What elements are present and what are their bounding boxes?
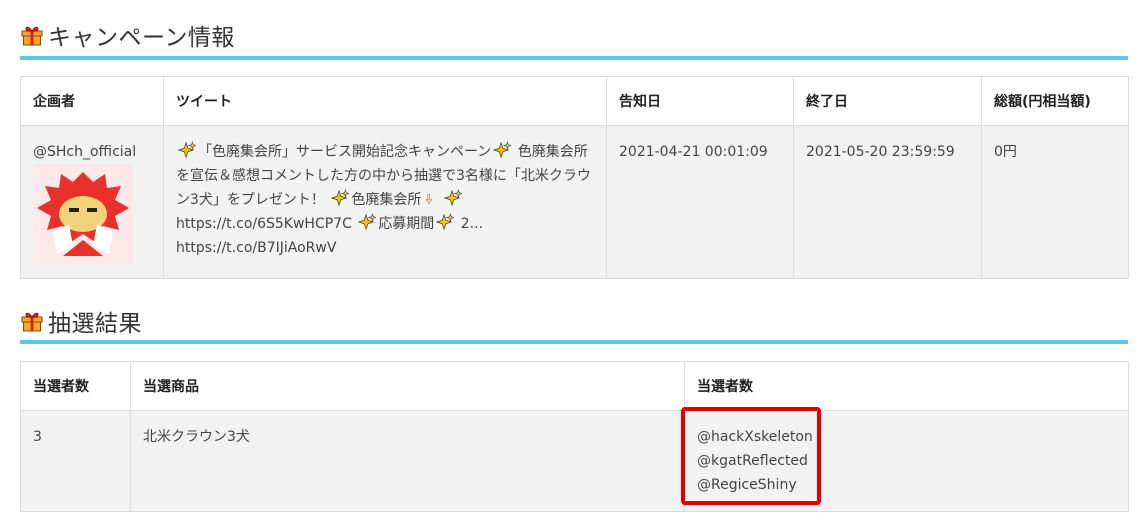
col-announce-date: 告知日 <box>606 76 794 126</box>
organizer-link[interactable]: @SHch_official <box>33 144 136 160</box>
sparkles-icon <box>436 213 455 231</box>
campaign-heading: キャンペーン情報 <box>20 18 235 52</box>
tweet-text: 「色廃集会所」サービス開始記念キャンペーン 色廃集会所を宣伝＆感想コメントした方… <box>176 141 591 256</box>
gift-icon <box>21 26 43 46</box>
col-tweet: ツイート <box>163 76 607 126</box>
sparkles-icon <box>358 213 377 231</box>
winners-highlight-box <box>681 407 821 505</box>
tweet-text-segment: 応募期間 <box>378 216 435 232</box>
total-cell: 0円 <box>981 125 1129 279</box>
lottery-table: 当選者数 当選商品 当選者数 3 北米クラウン3犬 @hackXskeleton… <box>20 361 1129 512</box>
tweet-text-segment <box>437 192 441 208</box>
campaign-table: 企画者 ツイート 告知日 終了日 総額(円相当額) @SHch_official… <box>20 76 1129 279</box>
sparkles-icon <box>443 189 462 207</box>
col-prize: 当選商品 <box>130 361 685 411</box>
campaign-table-header: 企画者 ツイート 告知日 終了日 総額(円相当額) <box>20 76 1129 126</box>
tweet-cell: 「色廃集会所」サービス開始記念キャンペーン 色廃集会所を宣伝＆感想コメントした方… <box>163 125 607 279</box>
announce-date-cell: 2021-04-21 00:01:09 <box>606 125 794 279</box>
sparkles-icon <box>331 189 350 207</box>
sparkles-icon <box>493 141 512 159</box>
organizer-avatar[interactable] <box>33 164 133 264</box>
tweet-text-segment: 色廃集会所 <box>351 192 422 208</box>
lottery-table-header: 当選者数 当選商品 当選者数 <box>20 361 1129 411</box>
lottery-heading: 抽選結果 <box>20 304 142 338</box>
gift-icon <box>21 312 43 332</box>
prize-cell: 北米クラウン3犬 <box>130 410 685 512</box>
organizer-cell: @SHch_official <box>20 125 164 279</box>
campaign-heading-text: キャンペーン情報 <box>48 25 235 51</box>
col-winner-count: 当選者数 <box>20 361 131 411</box>
sparkles-icon <box>178 141 196 159</box>
col-total: 総額(円相当額) <box>981 76 1129 126</box>
table-row: @SHch_official 「色廃集会所」サービス開始記念キャンペーン 色廃集… <box>20 125 1129 279</box>
col-end-date: 終了日 <box>793 76 982 126</box>
tweet-text-segment: 「色廃集会所」サービス開始記念キャンペーン <box>198 144 492 160</box>
winner-count-cell: 3 <box>20 410 131 512</box>
col-winners: 当選者数 <box>684 361 1129 411</box>
end-date-cell: 2021-05-20 23:59:59 <box>793 125 982 279</box>
tweet-text-segment: https://t.co/6S5KwHCP7C <box>176 216 357 232</box>
col-organizer: 企画者 <box>20 76 164 126</box>
lottery-heading-text: 抽選結果 <box>48 311 142 337</box>
lottery-heading-rule <box>20 340 1128 344</box>
table-row: 3 北米クラウン3犬 @hackXskeleton @kgatReflected… <box>20 410 1129 512</box>
pointing-down-icon <box>426 193 433 205</box>
campaign-heading-rule <box>20 56 1128 60</box>
